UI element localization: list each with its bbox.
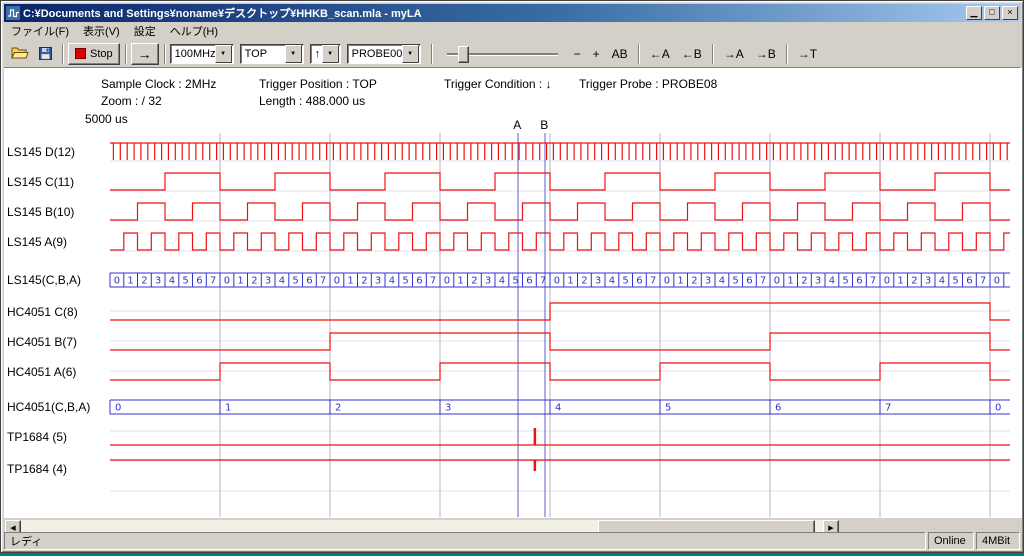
- status-bar: レディ Online 4MBit: [4, 532, 1020, 550]
- toolbar-separator: [638, 44, 640, 64]
- cursor-a-label[interactable]: A: [513, 118, 521, 132]
- trigger-probe-value: PROBE00: [348, 48, 402, 60]
- channel-label-ls145-a9: LS145 A(9): [7, 234, 67, 250]
- channel-label-ls145-d12: LS145 D(12): [7, 144, 75, 160]
- chevron-down-icon[interactable]: ▼: [402, 45, 419, 63]
- channel-label-tp1684-5: TP1684 (5): [7, 429, 67, 445]
- toolbar-separator: [164, 44, 166, 64]
- stop-square-icon: [75, 48, 86, 59]
- channel-label-hc4051-bus: HC4051(C,B,A): [7, 399, 90, 415]
- menu-view[interactable]: 表示(V): [76, 21, 127, 41]
- chevron-down-icon[interactable]: ▼: [215, 45, 232, 63]
- title-bar: C:¥Documents and Settings¥noname¥デスクトップ¥…: [4, 4, 1020, 22]
- chevron-down-icon[interactable]: ▼: [285, 45, 302, 63]
- trigger-edge-select[interactable]: ↑ ▼: [310, 44, 341, 64]
- channel-label-ls145-c11: LS145 C(11): [7, 174, 74, 190]
- menu-settings[interactable]: 設定: [127, 21, 163, 41]
- maximize-button[interactable]: □: [984, 6, 1000, 20]
- toolbar-separator: [62, 44, 64, 64]
- trigger-probe-select[interactable]: PROBE00 ▼: [347, 44, 421, 64]
- zoom-out-button[interactable]: −: [569, 45, 586, 63]
- goto-trigger-button[interactable]: →T: [793, 45, 822, 63]
- save-file-button[interactable]: [33, 43, 57, 65]
- channel-label-ls145-b10: LS145 B(10): [7, 204, 74, 220]
- minimize-button[interactable]: ▁: [966, 6, 982, 20]
- trigger-position-value: TOP: [241, 48, 285, 60]
- channel-label-tp1684-4: TP1684 (4): [7, 461, 67, 477]
- close-button[interactable]: ×: [1002, 6, 1018, 20]
- goto-a-right-button[interactable]: →A: [719, 45, 749, 63]
- window-title: C:¥Documents and Settings¥noname¥デスクトップ¥…: [23, 5, 964, 21]
- channel-label-column: LS145 D(12) LS145 C(11) LS145 B(10) LS145 A…: [1, 1, 107, 554]
- channel-label-hc4051-c8: HC4051 C(8): [7, 304, 78, 320]
- status-message: レディ: [4, 532, 926, 550]
- menu-help[interactable]: ヘルプ(H): [163, 21, 225, 41]
- open-file-button[interactable]: [8, 43, 32, 65]
- status-memory: 4MBit: [976, 532, 1020, 550]
- chevron-down-icon[interactable]: ▼: [322, 45, 339, 63]
- run-arrow-icon: →: [138, 47, 152, 61]
- status-online: Online: [928, 532, 974, 550]
- stop-button[interactable]: Stop: [68, 43, 120, 65]
- trigger-edge-value: ↑: [311, 48, 322, 60]
- goto-b-left-button[interactable]: ←B: [677, 45, 707, 63]
- open-folder-icon: [11, 47, 29, 60]
- waveform-plot[interactable]: [110, 133, 1010, 517]
- toolbar-separator: [431, 44, 433, 64]
- sample-rate-select[interactable]: 100MHz ▼: [170, 44, 234, 64]
- trigger-position-select[interactable]: TOP ▼: [240, 44, 304, 64]
- slider-thumb[interactable]: [458, 46, 469, 63]
- toolbar-separator: [712, 44, 714, 64]
- goto-a-left-button[interactable]: ←A: [645, 45, 675, 63]
- menu-file[interactable]: ファイル(F): [4, 21, 76, 41]
- ab-button[interactable]: AB: [607, 45, 633, 63]
- sample-rate-value: 100MHz: [171, 48, 215, 60]
- toolbar-separator: [125, 44, 127, 64]
- goto-b-right-button[interactable]: →B: [751, 45, 781, 63]
- menu-bar: ファイル(F) 表示(V) 設定 ヘルプ(H): [4, 22, 1020, 40]
- run-button[interactable]: →: [131, 43, 159, 65]
- zoom-info: Zoom : / 32: [101, 94, 162, 108]
- trigger-condition-info: Trigger Condition : ↓: [444, 77, 552, 91]
- app-window: 0123456701234567012345670123456701234567…: [0, 0, 1024, 553]
- channel-label-hc4051-b7: HC4051 B(7): [7, 334, 77, 350]
- toolbar: Stop → 100MHz ▼ TOP ▼ ↑ ▼ PROBE00 ▼ − +: [4, 40, 1020, 68]
- channel-label-ls145-bus: LS145(C,B,A): [7, 272, 81, 288]
- floppy-disk-icon: [39, 47, 52, 60]
- trigger-probe-info: Trigger Probe : PROBE08: [579, 77, 717, 91]
- sample-clock-info: Sample Clock : 2MHz: [101, 77, 216, 91]
- zoom-in-button[interactable]: +: [588, 45, 605, 63]
- app-icon: [6, 6, 20, 20]
- zoom-slider[interactable]: [445, 43, 560, 65]
- stop-label: Stop: [90, 48, 113, 60]
- channel-label-hc4051-a6: HC4051 A(6): [7, 364, 76, 380]
- toolbar-separator: [786, 44, 788, 64]
- trigger-position-info: Trigger Position : TOP: [259, 77, 377, 91]
- length-info: Length : 488.000 us: [259, 94, 365, 108]
- cursor-b-label[interactable]: B: [540, 118, 548, 132]
